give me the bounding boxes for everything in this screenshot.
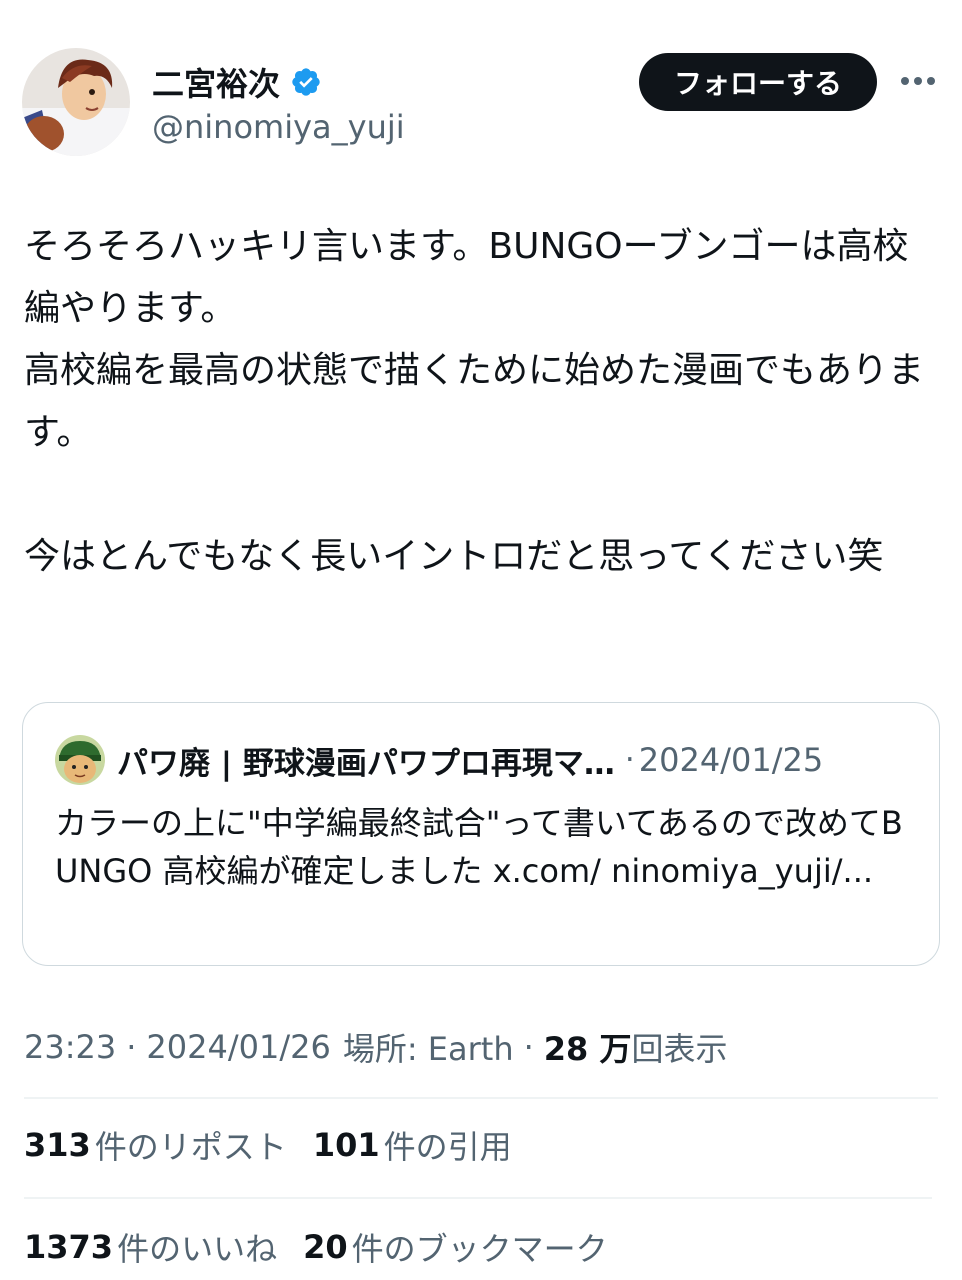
bookmarks-label: 件のブックマーク [351, 1230, 608, 1268]
repost-quote-stats: 313 件のリポスト 101 件の引用 [24, 1122, 538, 1168]
tweet-location: 場所: Earth [342, 1030, 514, 1068]
meta-separator: · [523, 1028, 534, 1066]
quoted-tweet-card[interactable]: パワ廃 | 野球漫画パワプロ再現マ… · 2024/01/25 カラーの上に"中… [22, 702, 940, 966]
views-label: 回表示 [631, 1030, 728, 1068]
tweet-detail-page: 二宮裕次 @ninomiya_yuji フォローする そろそろハッキリ言います。… [0, 0, 962, 1280]
reposts-stat[interactable]: 313 件のリポスト [24, 1122, 287, 1168]
reposts-label: 件のリポスト [94, 1128, 287, 1166]
tweet-text: そろそろハッキリ言います。BUNGOーブンゴーは高校編やります。 高校編を最高の… [24, 226, 925, 577]
author-avatar[interactable] [22, 48, 130, 156]
divider [24, 1097, 938, 1099]
tweet-date[interactable]: 2024/01/26 [146, 1028, 330, 1066]
quotes-count: 101 [312, 1126, 380, 1164]
quoted-tweet-text: カラーの上に"中学編最終試合"って書いてあるので改めてBUNGO 高校編が確定し… [55, 804, 903, 890]
quoted-author-avatar [55, 735, 105, 785]
tweet-meta: 23:23 · 2024/01/26 場所: Earth · 28 万 回表示 [24, 1024, 727, 1070]
follow-button[interactable]: フォローする [639, 53, 877, 111]
verified-badge-icon [292, 68, 320, 96]
likes-stat[interactable]: 1373 件のいいね [24, 1224, 277, 1270]
more-horizontal-icon [901, 77, 935, 85]
views-count: 28 万 [543, 1030, 632, 1068]
author-name-row: 二宮裕次 [152, 59, 322, 105]
quoted-avatar-icon [55, 735, 105, 785]
reposts-count: 313 [24, 1126, 91, 1164]
quotes-label: 件の引用 [383, 1128, 512, 1166]
quoted-tweet-header: パワ廃 | 野球漫画パワプロ再現マ… · 2024/01/25 [117, 735, 917, 785]
author-handle[interactable]: @ninomiya_yuji [152, 108, 405, 146]
bookmarks-count: 20 [303, 1228, 348, 1266]
divider [24, 1197, 932, 1199]
quotes-stat[interactable]: 101 件の引用 [313, 1122, 512, 1168]
tweet-time[interactable]: 23:23 [24, 1028, 116, 1066]
likes-label: 件のいいね [117, 1230, 278, 1268]
avatar-illustration [22, 48, 130, 156]
likes-count: 1373 [24, 1228, 114, 1266]
author-display-name[interactable]: 二宮裕次 [152, 59, 280, 105]
bookmarks-stat[interactable]: 20 件のブックマーク [303, 1224, 608, 1270]
like-bookmark-stats: 1373 件のいいね 20 件のブックマーク [24, 1224, 634, 1270]
more-button[interactable] [898, 66, 938, 96]
quoted-author-name: パワ廃 | 野球漫画パワプロ再現マ… [117, 745, 615, 782]
meta-separator: · [126, 1028, 137, 1066]
quoted-separator: · [624, 742, 635, 778]
quoted-date: 2024/01/25 [638, 741, 824, 779]
